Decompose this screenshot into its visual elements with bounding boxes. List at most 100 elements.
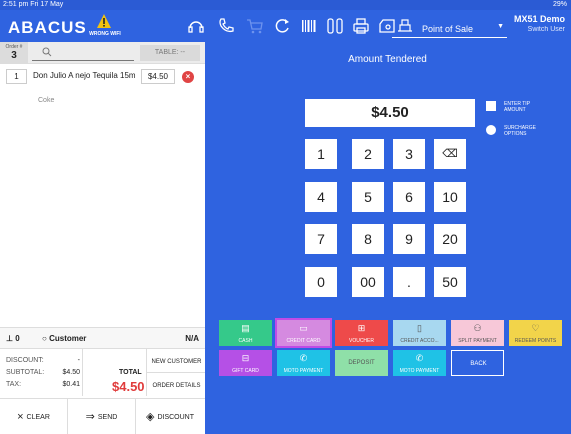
payment-method-label: GIFT CARD [232,368,259,374]
person-icon: ⊥ [6,334,13,343]
order-details-button[interactable]: ORDER DETAILS [148,383,205,389]
new-customer-button[interactable]: NEW CUSTOMER [148,359,205,365]
payment-method-moto-payment[interactable]: ✆ MOTO PAYMENT [277,350,330,376]
phone-icon: ✆ [415,353,424,363]
gift-card-icon: ⊟ [241,353,250,363]
people-icon: ⚇ [473,323,482,333]
customer-bar[interactable]: ⊥ 0 ○ Customer N/A [0,327,205,349]
payment-method-label: MOTO PAYMENT [283,368,324,374]
payment-method-label: CREDIT CARD [286,338,321,344]
keypad-key[interactable]: 7 [305,224,337,254]
keypad-key[interactable]: 5 [352,182,384,212]
document-icon: ▯ [417,323,422,333]
payment-method-credit-acco[interactable]: ▯ CREDIT ACCO... [393,320,446,346]
switch-user-link[interactable]: Switch User [514,26,565,33]
order-number-value: 3 [11,50,17,61]
customer-value: N/A [185,334,199,343]
search-icon: ○ [42,334,47,343]
order-line-item[interactable]: 1 Don Julio A nejo Tequila 15m $4.50 × [0,66,205,86]
pos-terminal-icon [396,17,414,35]
payment-method-back[interactable]: BACK [451,350,504,376]
payment-method-split-payment[interactable]: ⚇ SPLIT PAYMENT [451,320,504,346]
keypad-key[interactable]: 9 [393,224,425,254]
total-value: $4.50 [112,379,145,394]
keypad-key[interactable]: 50 [434,267,466,297]
discount-button[interactable]: ◈ DISCOUNT [136,399,204,434]
pos-mode-select[interactable]: Point of Sale ▼ [392,16,507,38]
order-number: Order # 3 [0,42,28,64]
amount-tendered-field[interactable]: $4.50 [305,99,475,127]
status-bar: 2:51 pm Fri 17 May 29% [0,0,571,10]
battery-level: 29% [552,1,567,8]
headset-icon[interactable] [186,16,206,36]
payment-method-cash[interactable]: ▤ CASH [219,320,272,346]
keypad-key[interactable]: 4 [305,182,337,212]
tag-icon: ◈ [145,411,155,423]
order-totals: DISCOUNT: - SUBTOTAL: $4.50 TAX: $0.41 TOTA… [0,349,205,396]
gift-icon: ⊞ [357,323,366,333]
warning-icon [97,14,111,28]
remove-item-icon[interactable]: × [182,71,194,83]
keypad-key[interactable]: 00 [352,267,384,297]
warning-label: WRONG WIFI [89,31,121,37]
send-icon: ⇒ [85,411,95,423]
keypad-key[interactable]: . [393,267,425,297]
item-name: Don Julio A nejo Tequila 15m [33,71,136,80]
backspace-button[interactable]: ⌫ [434,139,466,169]
payment-method-label: CREDIT ACCO... [400,338,439,344]
keypad-key[interactable]: 6 [393,182,425,212]
divider [146,372,205,373]
order-search-input[interactable] [32,45,134,61]
top-bar: ABACUS WRONG WIFI Point of Sale ▼ MX51 D… [0,10,571,42]
keypad-key[interactable]: 20 [434,224,466,254]
search-icon [42,47,52,57]
item-quantity[interactable]: 1 [6,69,27,84]
order-header: Order # 3 TABLE: -- [0,42,205,64]
payment-method-gift-card[interactable]: ⊟ GIFT CARD [219,350,272,376]
close-icon: × [17,411,24,423]
payment-method-credit-card[interactable]: ▭ CREDIT CARD [275,318,332,348]
total-label: TOTAL [119,369,142,376]
payment-method-deposit[interactable]: DEPOSIT [335,350,388,376]
order-panel: Order # 3 TABLE: -- 1 Don Julio A nejo T… [0,42,205,434]
customer-count: ⊥ 0 [6,334,20,343]
item-modifier: Coke [38,97,55,104]
cart-icon[interactable] [245,16,265,36]
status-time: 2:51 pm Fri 17 May [3,1,64,8]
keypad-key[interactable]: 0 [305,267,337,297]
payment-method-label: MOTO PAYMENT [399,368,440,374]
payment-method-redeem-points[interactable]: ♡ REDEEM POINTS [509,320,562,346]
clear-button[interactable]: × CLEAR [0,399,68,434]
user-switcher[interactable]: MX51 Demo Switch User [514,14,565,33]
scale-icon[interactable] [325,16,345,36]
table-selector[interactable]: TABLE: -- [140,45,200,61]
surcharge-icon [486,125,496,135]
user-name: MX51 Demo [513,14,565,24]
refresh-icon[interactable] [272,16,292,36]
keypad-key[interactable]: 10 [434,182,466,212]
keypad-key[interactable]: 3 [393,139,425,169]
payment-method-label: SPLIT PAYMENT [458,338,497,344]
tip-icon [486,101,496,111]
payment-method-label: CASH [238,338,253,344]
app-logo: ABACUS [8,18,87,37]
barcode-icon[interactable] [299,16,319,36]
keypad-key[interactable]: 1 [305,139,337,169]
keypad-key[interactable]: 2 [352,139,384,169]
pos-mode-label: Point of Sale [422,24,474,34]
heart-icon: ♡ [531,323,540,333]
printer-icon[interactable] [351,16,371,36]
chevron-down-icon: ▼ [497,23,504,30]
wifi-warning[interactable]: WRONG WIFI [88,13,121,39]
phone-icon[interactable] [216,16,236,36]
customer-label: ○ Customer [42,334,87,343]
send-button[interactable]: ⇒ SEND [68,399,136,434]
payment-method-label: DEPOSIT [348,360,375,366]
item-price[interactable]: $4.50 [141,69,175,84]
cash-icon: ▤ [241,323,250,333]
payment-method-label: BACK [470,361,487,367]
payment-method-moto-payment[interactable]: ✆ MOTO PAYMENT [393,350,446,376]
keypad-key[interactable]: 8 [352,224,384,254]
payment-title: Amount Tendered [348,54,427,65]
payment-method-voucher[interactable]: ⊞ VOUCHER [335,320,388,346]
